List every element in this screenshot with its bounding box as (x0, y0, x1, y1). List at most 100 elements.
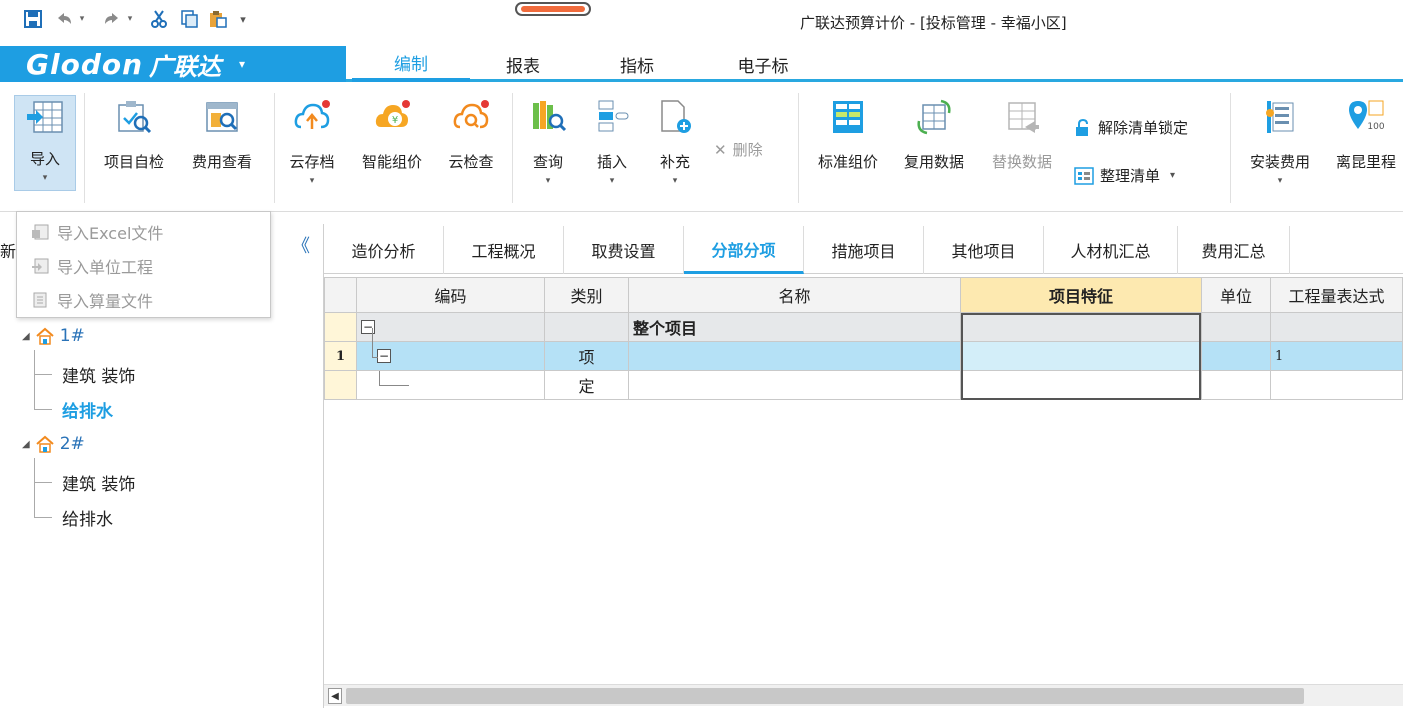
replace-data-button[interactable]: 替换数据 (984, 95, 1060, 172)
cell-unit[interactable] (1202, 342, 1271, 371)
expand-arrow-icon[interactable]: ◢ (22, 331, 30, 342)
expand-arrow-icon[interactable]: ◢ (22, 439, 30, 450)
unlock-list-button[interactable]: 解除清单锁定 (1074, 117, 1188, 138)
horizontal-scrollbar[interactable]: ◀ (324, 684, 1403, 706)
query-button[interactable]: 查询 ▾ (522, 95, 574, 186)
organize-list-button[interactable]: 整理清单 ▾ (1074, 165, 1175, 186)
tab-labor-material-summary[interactable]: 人材机汇总 (1044, 226, 1178, 274)
tree-node-2[interactable]: ◢ 2# (22, 434, 85, 454)
tree-item-building-decor-2[interactable]: 建筑 装饰 (62, 470, 135, 495)
cell-code[interactable]: − (357, 313, 545, 342)
reuse-data-button[interactable]: 复用数据 (896, 95, 972, 172)
tab-fee-settings[interactable]: 取费设置 (564, 226, 684, 274)
column-header-code[interactable]: 编码 (357, 277, 545, 313)
collapse-tree-icon[interactable]: − (377, 349, 391, 363)
replace-data-label: 替换数据 (991, 153, 1052, 171)
cell-feature[interactable] (961, 371, 1202, 400)
redo-icon[interactable] (102, 8, 122, 30)
self-check-icon (114, 95, 154, 139)
cut-icon[interactable] (148, 8, 170, 30)
standard-price-button[interactable]: 标准组价 (810, 95, 886, 172)
menu-tab-report[interactable]: 报表 (464, 46, 582, 82)
column-header-unit[interactable]: 单位 (1202, 277, 1271, 313)
paste-icon[interactable] (207, 8, 229, 30)
cell-name[interactable] (629, 371, 961, 400)
redo-dropdown-icon[interactable]: ▾ (124, 8, 136, 30)
cell-code[interactable]: − (357, 342, 545, 371)
tab-divisional-items[interactable]: 分部分项 (684, 226, 804, 274)
add-document-icon (655, 95, 695, 139)
cell-quantity[interactable] (1271, 313, 1403, 342)
column-header-name[interactable]: 名称 (629, 277, 961, 313)
tree-connector (379, 385, 409, 386)
grid-corner[interactable] (324, 277, 357, 313)
window-grip-handle[interactable] (515, 2, 591, 16)
chevron-down-icon: ▾ (545, 176, 551, 186)
cloud-save-button[interactable]: 云存档 ▾ (284, 95, 340, 186)
scroll-left-icon[interactable]: ◀ (328, 688, 342, 704)
install-fee-button[interactable]: 安装费用 ▾ (1240, 95, 1320, 186)
delete-button[interactable]: ✕ 删除 (714, 139, 763, 160)
save-icon[interactable] (22, 8, 44, 30)
column-header-type[interactable]: 类别 (545, 277, 629, 313)
tree-item-plumbing-2[interactable]: 给排水 (62, 505, 113, 530)
cell-quantity[interactable] (1271, 371, 1403, 400)
column-header-quantity-expression[interactable]: 工程量表达式 (1271, 277, 1403, 313)
cell-unit[interactable] (1202, 371, 1271, 400)
fee-view-button[interactable]: 费用查看 (184, 95, 260, 172)
tab-fee-summary[interactable]: 费用汇总 (1178, 226, 1290, 274)
tree-item-plumbing-1[interactable]: 给排水 (62, 397, 113, 422)
copy-icon[interactable] (178, 8, 200, 30)
brand-menu[interactable]: Glodon 广联达 ▾ (0, 46, 346, 82)
row-number[interactable]: 1 (324, 342, 357, 371)
cell-type[interactable] (545, 313, 629, 342)
distance-button[interactable]: 100 离昆里程 (1328, 95, 1403, 172)
cell-type[interactable]: 项 (545, 342, 629, 371)
cell-name[interactable]: 整个项目 (629, 313, 961, 342)
menu-tab-index[interactable]: 指标 (578, 46, 696, 82)
brand-logo: Glodon (26, 47, 144, 81)
cell-feature[interactable] (961, 342, 1202, 371)
import-excel-item[interactable]: 导入Excel文件 (31, 220, 163, 244)
tab-measure-items[interactable]: 措施项目 (804, 226, 924, 274)
smart-price-button[interactable]: ¥ 智能组价 (354, 95, 430, 172)
tab-cost-analysis[interactable]: 造价分析 (324, 226, 444, 274)
smart-price-label: 智能组价 (361, 153, 422, 171)
cell-feature[interactable] (961, 313, 1202, 342)
cell-unit[interactable] (1202, 313, 1271, 342)
tree-connector (372, 357, 378, 358)
insert-button[interactable]: 插入 ▾ (586, 95, 638, 186)
scrollbar-thumb[interactable] (346, 688, 1304, 704)
tree-node-1[interactable]: ◢ 1# (22, 326, 85, 346)
cell-name[interactable] (629, 342, 961, 371)
tree-connector (34, 458, 35, 518)
undo-icon[interactable] (54, 8, 74, 30)
tree-new-button-partial[interactable]: 新 (0, 238, 16, 262)
standard-price-icon (828, 95, 868, 139)
tab-other-items[interactable]: 其他项目 (924, 226, 1044, 274)
cell-code[interactable] (357, 371, 545, 400)
supplement-button[interactable]: 补充 ▾ (648, 95, 702, 186)
organize-list-label: 整理清单 (1100, 167, 1161, 185)
row-number[interactable] (324, 313, 357, 342)
tree-connector (34, 482, 52, 483)
tab-project-overview[interactable]: 工程概况 (444, 226, 564, 274)
cloud-check-label: 云检查 (448, 153, 494, 171)
import-button[interactable]: 导入 ▾ (14, 95, 76, 191)
customize-icon[interactable]: ▾ (238, 8, 248, 30)
unlock-list-label: 解除清单锁定 (1098, 119, 1189, 137)
cell-type[interactable]: 定 (545, 371, 629, 400)
cell-quantity[interactable]: 1 (1271, 342, 1403, 371)
import-quantity-file-item[interactable]: 导入算量文件 (31, 288, 153, 312)
import-unit-project-item[interactable]: 导入单位工程 (31, 254, 153, 278)
undo-dropdown-icon[interactable]: ▾ (76, 8, 88, 30)
project-self-check-button[interactable]: 项目自检 (96, 95, 172, 172)
menu-tab-edit[interactable]: 编制 (352, 46, 470, 82)
row-number[interactable] (324, 371, 357, 400)
chevron-down-icon: ▾ (42, 173, 48, 183)
collapse-pane-icon[interactable]: 《 (292, 232, 310, 258)
cloud-check-button[interactable]: 云检查 (440, 95, 502, 172)
tree-item-building-decor-1[interactable]: 建筑 装饰 (62, 362, 135, 387)
column-header-feature[interactable]: 项目特征 (961, 277, 1202, 313)
menu-tab-e-bid[interactable]: 电子标 (704, 46, 822, 82)
